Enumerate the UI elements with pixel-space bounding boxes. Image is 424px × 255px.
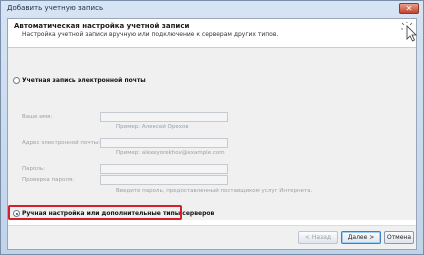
email-hint: Пример: alexeyorekhov@example.com [116, 150, 225, 156]
click-cursor-icon [401, 22, 417, 42]
name-input[interactable] [100, 112, 228, 122]
header-title: Автоматическая настройка учетной записи [14, 22, 190, 30]
back-button[interactable]: < Назад [298, 231, 338, 244]
wizard-panel: Автоматическая настройка учетной записи … [7, 18, 417, 250]
next-button[interactable]: Далее > [341, 231, 381, 244]
cancel-button[interactable]: Отмена [384, 231, 414, 244]
title-bar: Добавить учетную запись ✕ [1, 1, 423, 17]
wizard-body: Учетная запись электронной почты Ваше им… [8, 48, 416, 220]
password-label: Пароль: [22, 166, 45, 172]
manual-setup-radio[interactable] [13, 210, 20, 217]
manual-setup-label[interactable]: Ручная настройка или дополнительные типы… [22, 210, 214, 217]
password-confirm-input[interactable] [100, 175, 228, 185]
email-account-option-label[interactable]: Учетная запись электронной почты [22, 77, 146, 84]
email-label: Адрес электронной почты: [22, 140, 101, 146]
wizard-footer: < Назад Далее > Отмена [8, 226, 416, 249]
window-title: Добавить учетную запись [7, 4, 104, 12]
name-label: Ваше имя: [22, 114, 53, 120]
email-account-radio[interactable] [13, 77, 20, 84]
password-hint: Введите пароль, предоставленный поставщи… [116, 188, 313, 194]
name-hint: Пример: Алексей Орехов [116, 124, 189, 130]
password-confirm-label: Проверка пароля: [22, 177, 75, 183]
add-account-dialog: Добавить учетную запись ✕ Автоматическая… [0, 0, 424, 255]
wizard-header: Автоматическая настройка учетной записи … [8, 19, 417, 46]
header-subtitle: Настройка учетной записи вручную или под… [22, 31, 279, 38]
email-input[interactable] [100, 138, 228, 148]
password-input[interactable] [100, 164, 228, 174]
close-button[interactable]: ✕ [399, 3, 419, 14]
